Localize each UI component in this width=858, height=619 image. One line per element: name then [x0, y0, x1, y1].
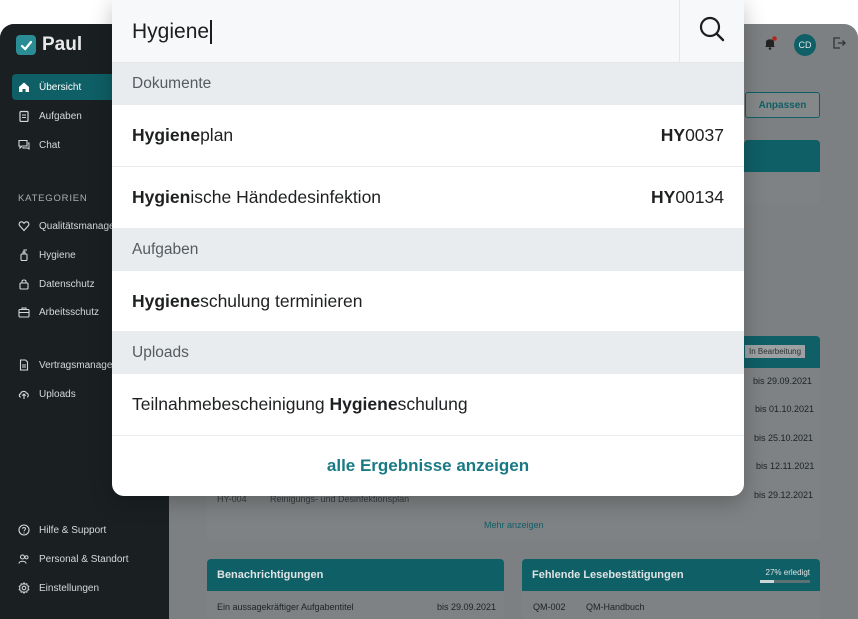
search-result-document[interactable]: Hygienische Händedesinfektion HY00134 [112, 167, 744, 229]
notification-date: bis 29.09.2021 [437, 602, 497, 612]
document-icon [18, 359, 30, 371]
search-bar: Hygiene [112, 0, 744, 63]
due-date: bis 25.10.2021 [754, 433, 814, 443]
document-code: QM-002 [533, 602, 566, 612]
sidebar-item-label: Chat [39, 139, 61, 151]
result-rest: schulung terminieren [200, 290, 363, 311]
notifications-card-header: Benachrichtigungen [207, 559, 504, 591]
clipboard-icon [18, 110, 30, 122]
gear-icon [18, 582, 30, 594]
search-result-upload[interactable]: Teilnahmebescheinigung Hygieneschulung [112, 374, 744, 436]
search-icon [698, 15, 726, 48]
heart-icon [18, 220, 30, 232]
notifications-title: Benachrichtigungen [217, 569, 324, 581]
sidebar-item-label: Datenschutz [39, 278, 95, 290]
checkmark-logo-icon [16, 35, 36, 55]
progress-indicator: 27% erledigt [760, 568, 810, 583]
missing-reads-title: Fehlende Lesebestätigungen [532, 569, 684, 581]
due-date: bis 01.10.2021 [755, 404, 815, 414]
missing-reads-card-header: Fehlende Lesebestätigungen 27% erledigt [522, 559, 820, 591]
search-button[interactable] [679, 0, 744, 63]
result-title: Hygieneschulung terminieren [132, 291, 363, 312]
status-badge: In Bearbeitung [745, 345, 806, 358]
customize-button[interactable]: Anpassen [745, 92, 820, 118]
result-code: HY0037 [661, 125, 724, 146]
missing-reads-card: Fehlende Lesebestätigungen 27% erledigt [522, 559, 820, 619]
topbar-actions: CD [762, 34, 846, 56]
sidebar-item-label: Hilfe & Support [39, 524, 107, 536]
result-match: Hygiene [329, 394, 398, 414]
people-icon [18, 553, 30, 565]
sidebar-item-label: Einstellungen [39, 582, 100, 594]
result-match: Hygiene [132, 290, 201, 311]
briefcase-icon [18, 306, 30, 318]
logo-text: Paul [42, 34, 83, 55]
code-match: HY [651, 187, 676, 207]
lock-icon [18, 278, 30, 290]
section-header-documents: Dokumente [112, 63, 744, 105]
result-title: Hygienische Händedesinfektion [132, 187, 381, 208]
sidebar-item-label: Personal & Standort [39, 553, 129, 565]
sidebar-item-label: Hygiene [39, 249, 76, 261]
progress-bar-fill [760, 579, 774, 583]
result-match: Hygien [132, 187, 191, 207]
result-rest: plan [200, 125, 234, 145]
categories-heading: KATEGORIEN [18, 193, 88, 204]
search-dropdown: Hygiene Dokumente Hygieneplan HY0037 Hyg… [112, 0, 744, 496]
result-code: HY00134 [651, 187, 724, 208]
search-result-document[interactable]: Hygieneplan HY0037 [112, 105, 744, 167]
result-rest: schulung [397, 394, 468, 414]
sidebar-item-label: Aufgaben [39, 110, 82, 122]
screen: Paul Übersicht Aufgaben Chat KATEGORIEN … [0, 0, 858, 619]
soap-icon [18, 249, 30, 261]
upload-icon [18, 388, 30, 400]
summary-card [744, 140, 820, 203]
sidebar-item-personal-standort[interactable]: Personal & Standort [12, 546, 157, 572]
app-logo[interactable]: Paul [16, 34, 82, 56]
show-all-results-link[interactable]: alle Ergebnisse anzeigen [112, 436, 744, 496]
code-match: HY [660, 125, 686, 145]
section-header-uploads: Uploads [112, 332, 744, 374]
home-icon [18, 81, 30, 93]
logout-icon[interactable] [832, 36, 846, 55]
search-result-task[interactable]: Hygieneschulung terminieren [112, 271, 744, 332]
sidebar-item-label: Arbeitsschutz [39, 306, 100, 318]
summary-card-header [744, 140, 820, 172]
search-input[interactable]: Hygiene [132, 16, 652, 48]
result-rest: ische Händedesinfektion [190, 187, 382, 207]
progress-bar [760, 579, 810, 583]
notification-bell-icon[interactable] [762, 35, 778, 56]
code-rest: 0037 [685, 125, 724, 145]
avatar[interactable]: CD [794, 34, 816, 56]
code-rest: 00134 [675, 187, 724, 207]
chat-icon [18, 139, 30, 151]
result-match: Hygiene [132, 125, 201, 145]
sidebar-item-hilfe-support[interactable]: Hilfe & Support [12, 517, 157, 543]
due-date: bis 12.11.2021 [756, 461, 815, 471]
sidebar-item-label: Übersicht [39, 81, 82, 93]
result-title: Hygieneplan [132, 125, 233, 146]
document-title[interactable]: QM-Handbuch [586, 602, 645, 612]
section-header-tasks: Aufgaben [112, 229, 744, 271]
due-date: bis 29.12.2021 [754, 490, 814, 500]
result-prefix: Teilnahmebescheinigung [132, 394, 330, 414]
notification-text[interactable]: Ein aussagekräftiger Aufgabentitel [217, 602, 354, 612]
progress-label: 27% erledigt [765, 567, 810, 577]
show-more-link[interactable]: Mehr anzeigen [484, 520, 544, 530]
help-icon [18, 524, 30, 536]
text-caret [210, 20, 212, 44]
due-date: bis 29.09.2021 [753, 376, 813, 386]
result-title: Teilnahmebescheinigung Hygieneschulung [132, 394, 468, 415]
sidebar-item-einstellungen[interactable]: Einstellungen [12, 575, 157, 601]
search-query: Hygiene [132, 20, 210, 43]
sidebar-item-label: Uploads [39, 388, 76, 400]
